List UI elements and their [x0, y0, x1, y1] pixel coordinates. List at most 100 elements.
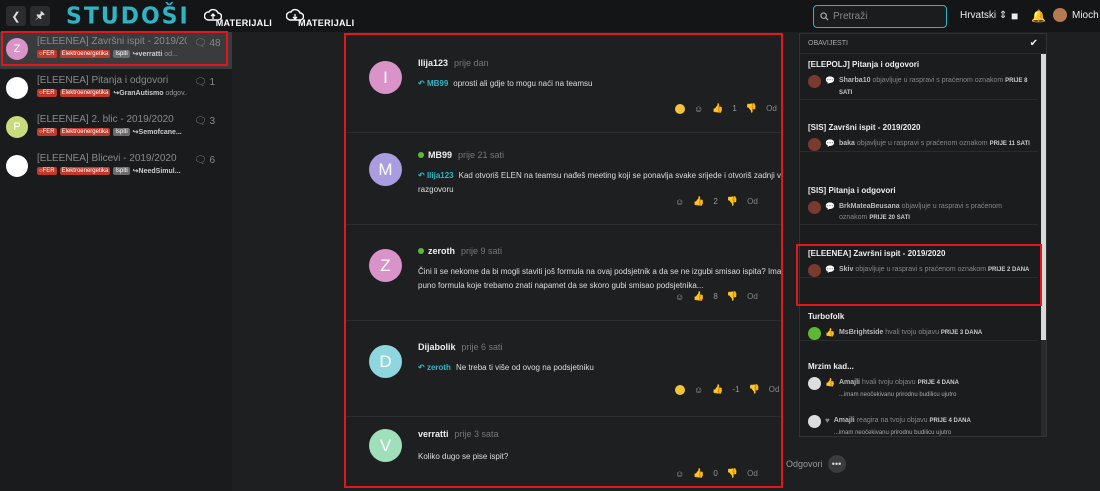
- add-reaction-icon[interactable]: ☺: [694, 104, 703, 114]
- post-header: Dijabolik prije 6 sati: [418, 342, 503, 352]
- reaction-emoji-icon[interactable]: [675, 384, 685, 395]
- notification-item[interactable]: Mrzim kad... 👍 Amajli hvali tvoju objavu…: [800, 356, 1038, 401]
- add-reaction-icon[interactable]: ☺: [675, 197, 684, 207]
- avatar[interactable]: D: [369, 345, 402, 378]
- reply-button[interactable]: Odgovori: [786, 459, 823, 469]
- reply-button[interactable]: Od: [747, 292, 758, 301]
- chat-item[interactable]: Z [ELEENEA] Završni ispit - 2019/2020 ○F…: [0, 32, 232, 69]
- logo[interactable]: STUDOŠI: [66, 3, 190, 29]
- upvote-icon[interactable]: 👍: [712, 103, 723, 114]
- mark-read-icon[interactable]: ✔: [1030, 38, 1038, 49]
- heart-icon: ♥: [825, 416, 830, 425]
- notification-line: 👍 Amajli hvali tvoju objavu PRIJE 4 DANA…: [808, 377, 1030, 401]
- tag-faculty[interactable]: ○FER: [37, 50, 57, 58]
- vote-count: 1: [732, 104, 737, 113]
- post-author[interactable]: zeroth: [428, 246, 455, 256]
- reply-button[interactable]: Od: [747, 469, 758, 478]
- chat-item[interactable]: [ELEENEA] Blicevi - 2019/2020 ○FER Elekt…: [0, 149, 232, 186]
- upvote-icon[interactable]: 👍: [693, 196, 704, 207]
- post-time[interactable]: prije dan: [454, 58, 489, 68]
- downvote-icon[interactable]: 👎: [727, 291, 738, 302]
- chat-item[interactable]: P [ELEENEA] 2. blic - 2019/2020 ○FER Ele…: [0, 110, 232, 147]
- post-author[interactable]: verratti: [418, 429, 449, 439]
- add-reaction-icon[interactable]: ☺: [675, 469, 684, 479]
- tag-course[interactable]: Elektroenergetika: [59, 128, 111, 136]
- downvote-icon[interactable]: 👎: [727, 196, 738, 207]
- avatar[interactable]: Z: [369, 249, 402, 282]
- scroll-thumb[interactable]: [1041, 54, 1046, 340]
- avatar[interactable]: I: [369, 61, 402, 94]
- upvote-icon[interactable]: 👍: [693, 468, 704, 479]
- add-reaction-icon[interactable]: ☺: [675, 292, 684, 302]
- post-author[interactable]: Ilija123: [418, 58, 448, 68]
- tag-faculty[interactable]: ○FER: [37, 89, 57, 97]
- post-author[interactable]: Dijabolik: [418, 342, 456, 352]
- reply-button[interactable]: Od: [766, 104, 777, 113]
- tag-category[interactable]: Ispiti: [113, 167, 130, 175]
- materials-link-1[interactable]: MATERIJALI: [203, 4, 272, 28]
- back-arrow-icon[interactable]: ❮: [6, 6, 26, 26]
- post-header: MB99 prije 21 sati: [418, 150, 504, 160]
- vote-count: 8: [713, 292, 718, 301]
- notification-item[interactable]: [SIS] Završni ispit - 2019/2020 💬 baka o…: [800, 117, 1038, 152]
- notification-item[interactable]: [SIS] Pitanja i odgovori 💬 BrkMateaBeusa…: [800, 180, 1038, 225]
- notification-title: [ELEENEA] Završni ispit - 2019/2020: [808, 249, 946, 258]
- tag-category[interactable]: Ispiti: [113, 50, 130, 58]
- post-header: zeroth prije 9 sati: [418, 246, 502, 256]
- post-time[interactable]: prije 21 sati: [458, 150, 504, 160]
- language-select[interactable]: Hrvatski ⇕: [960, 10, 1007, 21]
- avatar: [6, 155, 28, 177]
- notification-item[interactable]: Turbofolk 👍 MsBrightside hvali tvoju obj…: [800, 306, 1038, 341]
- post: D Dijabolik prije 6 sati ↶ zeroth Ne treb…: [345, 317, 783, 417]
- post: V verratti prije 3 sata Koliko dugo se p…: [345, 403, 783, 487]
- post-header: verratti prije 3 sata: [418, 429, 499, 439]
- post-time[interactable]: prije 3 sata: [455, 429, 499, 439]
- add-reaction-icon[interactable]: ☺: [694, 385, 703, 395]
- downvote-icon[interactable]: 👎: [746, 103, 757, 114]
- tag-category[interactable]: Ispiti: [113, 128, 130, 136]
- downvote-icon[interactable]: 👎: [727, 468, 738, 479]
- avatar: [808, 327, 821, 340]
- tag-course[interactable]: Elektroenergetika: [59, 89, 111, 97]
- upvote-icon[interactable]: 👍: [712, 384, 723, 395]
- tag-faculty[interactable]: ○FER: [37, 128, 57, 136]
- avatar[interactable]: M: [369, 153, 402, 186]
- tag-course[interactable]: Elektroenergetika: [59, 50, 111, 58]
- downvote-icon[interactable]: 👎: [749, 384, 760, 395]
- notification-line: ♥ Amajli reagira na tvoju objavu PRIJE 4…: [808, 415, 1030, 436]
- search-input[interactable]: Pretraži: [813, 5, 947, 28]
- notification-line: 👍 MsBrightside hvali tvoju objavu PRIJE …: [808, 327, 1030, 340]
- avatar[interactable]: V: [369, 429, 402, 462]
- post-time[interactable]: prije 6 sati: [462, 342, 503, 352]
- notification-line: 💬 Skiv objavljuje u raspravi s praćenom …: [808, 264, 1030, 277]
- upvote-icon[interactable]: 👍: [693, 291, 704, 302]
- reply-button[interactable]: Od: [747, 197, 758, 206]
- tag-course[interactable]: Elektroenergetika: [59, 167, 111, 175]
- reply-button[interactable]: Od: [769, 385, 780, 394]
- mention-link[interactable]: ↶ MB99: [418, 79, 448, 88]
- mention-link[interactable]: ↶ zeroth: [418, 363, 451, 372]
- chat-icon[interactable]: ■: [1011, 9, 1018, 23]
- bell-icon[interactable]: 🔔: [1031, 9, 1046, 23]
- thumbs-up-icon: 👍: [825, 328, 835, 337]
- notification-title: [SIS] Pitanja i odgovori: [808, 186, 896, 195]
- chat-item[interactable]: [ELEENEA] Pitanja i odgovori ○FER Elektr…: [0, 71, 232, 108]
- post-time[interactable]: prije 9 sati: [461, 246, 502, 256]
- pin-icon[interactable]: 🖈: [30, 6, 50, 26]
- post-author[interactable]: MB99: [428, 150, 452, 160]
- notification-title: Mrzim kad...: [808, 362, 854, 371]
- notification-item[interactable]: ♥ Amajli reagira na tvoju objavu PRIJE 4…: [800, 409, 1038, 436]
- reply-count: 🗨 1: [194, 77, 216, 88]
- notification-item[interactable]: [ELEPOLJ] Pitanja i odgovori 💬 Sharba10 …: [800, 54, 1038, 100]
- scrollbar[interactable]: [1041, 54, 1046, 436]
- user-menu[interactable]: Mioch: [1053, 8, 1099, 22]
- mention-link[interactable]: ↶ Ilija123: [418, 171, 454, 180]
- more-icon[interactable]: •••: [827, 455, 846, 473]
- notification-item[interactable]: [ELEENEA] Završni ispit - 2019/2020 💬 Sk…: [800, 243, 1038, 278]
- last-reply: ↪Semofcane...: [132, 129, 182, 136]
- reaction-emoji-icon[interactable]: [675, 103, 685, 114]
- tag-faculty[interactable]: ○FER: [37, 167, 57, 175]
- post-actions: ☺ 👍 1 👎 Od: [675, 103, 777, 114]
- search-icon: [820, 12, 829, 21]
- materials-link-2[interactable]: MATERIJALI: [286, 4, 354, 28]
